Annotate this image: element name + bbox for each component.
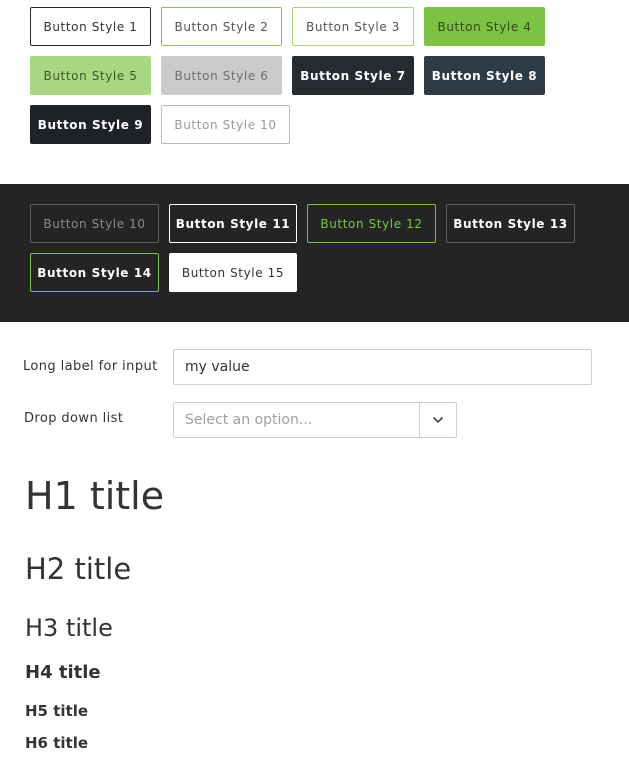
button-style-1[interactable]: Button Style 1 (30, 7, 151, 46)
button-style-10[interactable]: Button Style 10 (161, 105, 290, 144)
h3-title: H3 title (25, 614, 113, 642)
h5-title: H5 title (25, 702, 89, 720)
dark-button-style-11[interactable]: Button Style 11 (169, 204, 297, 243)
dark-button-style-12[interactable]: Button Style 12 (307, 204, 436, 243)
button-style-5[interactable]: Button Style 5 (30, 56, 151, 95)
button-style-2[interactable]: Button Style 2 (161, 7, 282, 46)
button-style-7[interactable]: Button Style 7 (292, 56, 414, 95)
button-style-6[interactable]: Button Style 6 (161, 56, 282, 95)
dark-button-style-14[interactable]: Button Style 14 (30, 253, 159, 292)
dark-button-style-15[interactable]: Button Style 15 (169, 253, 297, 292)
dropdown-label: Drop down list (24, 411, 124, 426)
button-style-3[interactable]: Button Style 3 (292, 7, 414, 46)
h4-title: H4 title (25, 662, 101, 683)
h6-title: H6 title (25, 734, 89, 752)
dark-button-panel: Button Style 10 Button Style 11 Button S… (0, 184, 629, 322)
dark-button-style-13[interactable]: Button Style 13 (446, 204, 575, 243)
button-style-4[interactable]: Button Style 4 (424, 7, 545, 46)
dropdown-select[interactable]: Select an option... (173, 402, 457, 438)
h2-title: H2 title (25, 552, 132, 586)
input-label: Long label for input (23, 359, 158, 374)
long-label-input[interactable] (173, 349, 592, 385)
button-style-8[interactable]: Button Style 8 (424, 56, 545, 95)
button-style-9[interactable]: Button Style 9 (30, 105, 151, 144)
dropdown-placeholder: Select an option... (185, 412, 313, 428)
dark-button-style-10[interactable]: Button Style 10 (30, 204, 159, 243)
h1-title: H1 title (25, 474, 165, 518)
chevron-down-icon[interactable] (419, 403, 456, 437)
